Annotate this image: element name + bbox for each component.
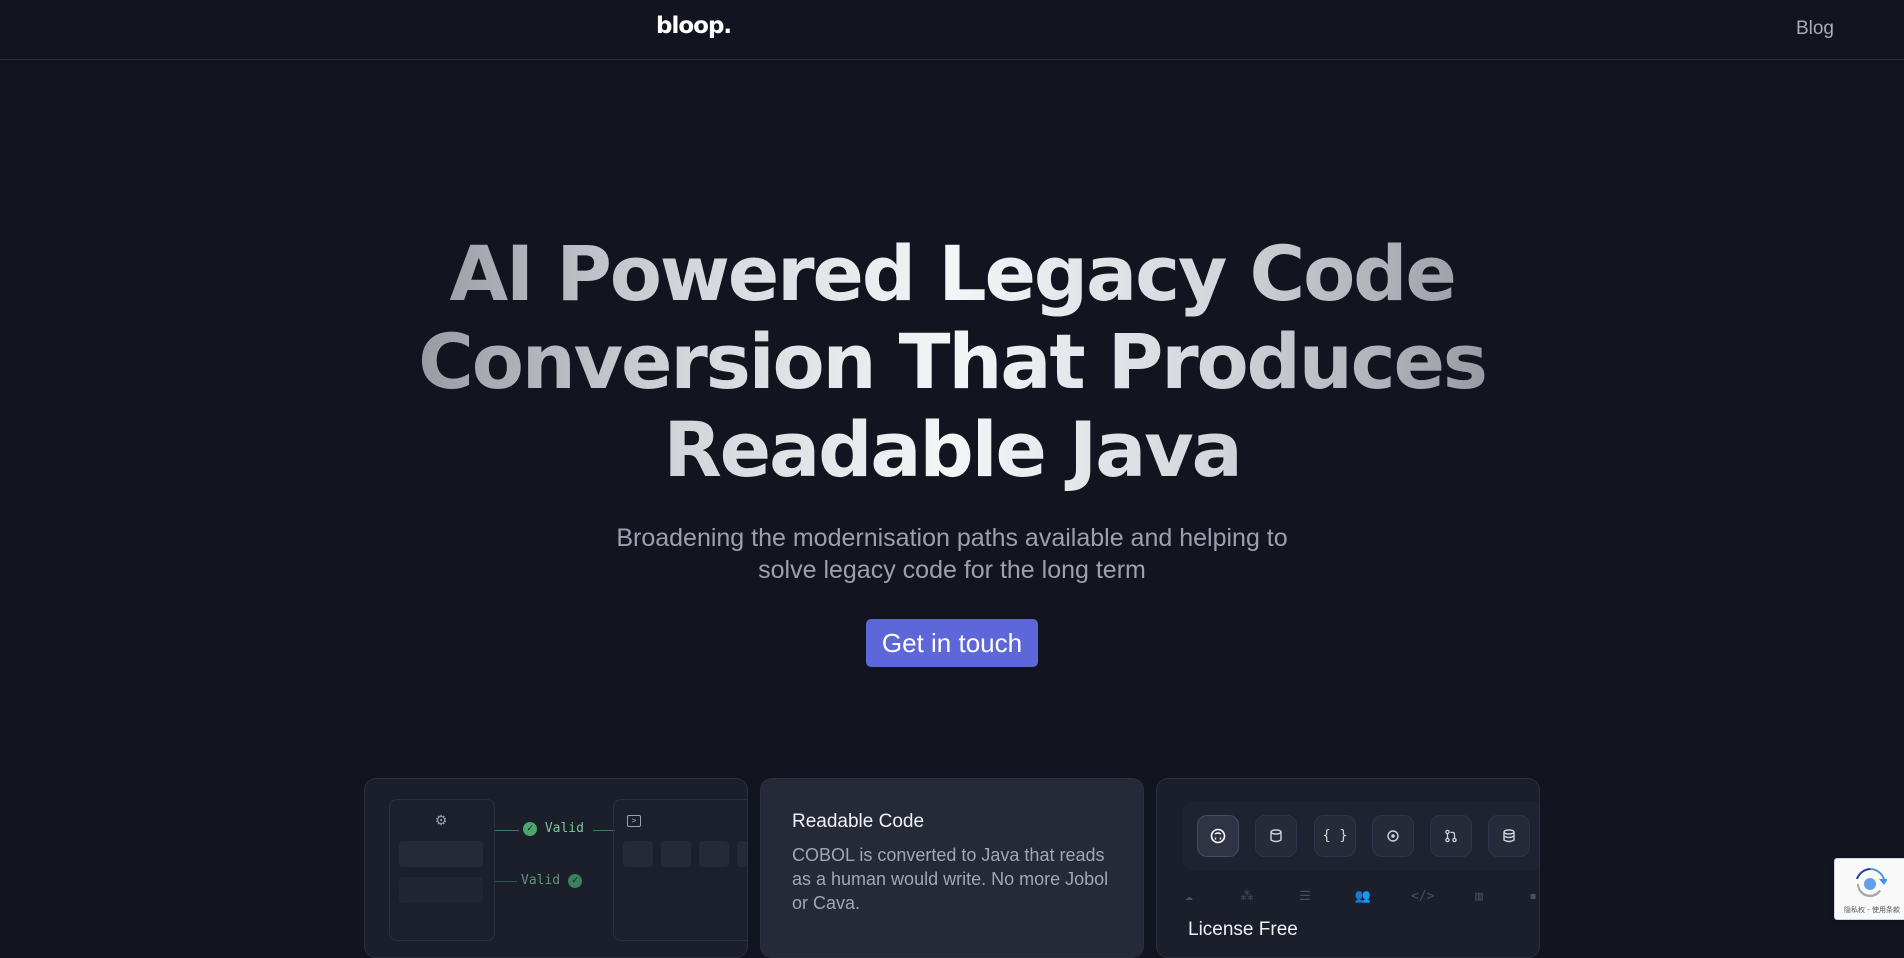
feature-card-validation: ⚙ ✓ Valid Valid ✓ > bbox=[364, 778, 748, 958]
card-title: License Free bbox=[1188, 919, 1298, 940]
git-pull-request-icon bbox=[1430, 815, 1472, 857]
cloud-icon: ☁ bbox=[1185, 889, 1193, 904]
hero-subtitle: Broadening the modernisation paths avail… bbox=[616, 524, 1288, 584]
connector-line bbox=[593, 830, 615, 831]
feature-card-license-free: { } ☁ ⁂ ☰ 👥 </> ▥ ▪ License Free bbox=[1156, 778, 1540, 958]
valid-indicator-top: ✓ Valid bbox=[523, 821, 584, 836]
placeholder-block bbox=[399, 841, 483, 867]
card-title: Readable Code bbox=[792, 811, 925, 832]
placeholder-block bbox=[737, 841, 747, 867]
top-nav-bar: bloop. Blog bbox=[0, 0, 1904, 60]
feature-card-readable-code: Readable Code COBOL is converted to Java… bbox=[760, 778, 1144, 958]
bloop-logo[interactable]: bloop. bbox=[656, 13, 732, 39]
recaptcha-badge[interactable]: 隐私权 - 使用条款 bbox=[1834, 858, 1904, 920]
target-icon bbox=[1372, 815, 1414, 857]
database-icon bbox=[1255, 815, 1297, 857]
hero-title: AI Powered Legacy Code Conversion That P… bbox=[352, 230, 1552, 494]
braces-icon: { } bbox=[1314, 815, 1356, 857]
connector-line bbox=[495, 830, 519, 831]
recaptcha-links[interactable]: 隐私权 - 使用条款 bbox=[1837, 905, 1904, 915]
card-description: COBOL is converted to Java that reads as… bbox=[792, 845, 1109, 913]
book-icon: ▥ bbox=[1475, 889, 1483, 904]
more-icon: ▪ bbox=[1529, 889, 1537, 904]
check-icon: ✓ bbox=[567, 873, 582, 888]
connector-line bbox=[495, 881, 517, 882]
nav-link-blog[interactable]: Blog bbox=[1796, 18, 1834, 40]
placeholder-block bbox=[699, 841, 729, 867]
placeholder-block bbox=[399, 877, 483, 903]
valid-indicator-bottom: Valid ✓ bbox=[521, 873, 582, 888]
users-icon: 👥 bbox=[1354, 889, 1372, 904]
database-stack-icon bbox=[1488, 815, 1530, 857]
valid-label: Valid bbox=[521, 873, 561, 888]
recaptcha-icon bbox=[1856, 868, 1887, 898]
placeholder-block bbox=[623, 841, 653, 867]
placeholder-block bbox=[661, 841, 691, 867]
list-icon: ☰ bbox=[1299, 889, 1311, 904]
valid-label: Valid bbox=[544, 821, 584, 836]
terminal-icon: > bbox=[627, 815, 641, 827]
cluster-icon: ⁂ bbox=[1240, 889, 1254, 904]
gear-icon: ⚙ bbox=[434, 813, 448, 829]
get-in-touch-button[interactable]: Get in touch bbox=[866, 619, 1038, 667]
code-icon: </> bbox=[1411, 889, 1435, 904]
check-icon: ✓ bbox=[523, 821, 537, 836]
github-icon bbox=[1197, 815, 1239, 857]
